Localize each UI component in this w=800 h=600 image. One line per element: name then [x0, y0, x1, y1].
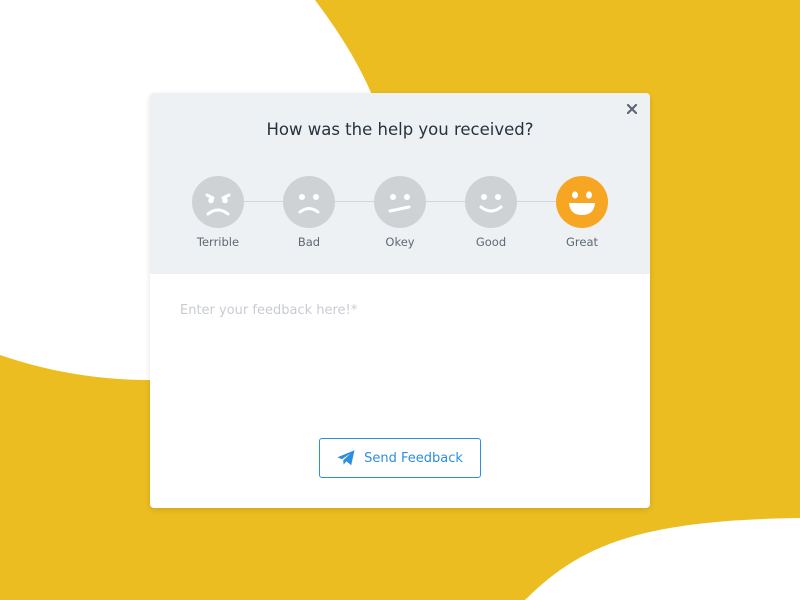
send-feedback-label: Send Feedback — [364, 450, 463, 466]
rating-label: Bad — [297, 235, 321, 249]
bad-face-icon — [283, 176, 335, 228]
terrible-face-icon — [192, 176, 244, 228]
bottom-right-blob — [525, 518, 800, 600]
good-face-icon — [465, 176, 517, 228]
close-button[interactable] — [622, 99, 642, 119]
rating-option-good[interactable]: Good — [456, 176, 526, 249]
rating-label: Good — [475, 235, 507, 249]
close-icon — [626, 103, 638, 115]
paper-plane-icon — [337, 450, 355, 466]
okey-face-icon — [374, 176, 426, 228]
rating-label: Great — [565, 235, 599, 249]
rating-option-great[interactable]: Great — [547, 176, 617, 249]
send-feedback-button[interactable]: Send Feedback — [319, 438, 481, 478]
feedback-dialog: How was the help you received? Terrible … — [150, 93, 650, 508]
dialog-title: How was the help you received? — [266, 120, 534, 139]
great-face-icon — [556, 176, 608, 228]
rating-option-bad[interactable]: Bad — [274, 176, 344, 249]
rating-label: Okey — [385, 235, 415, 249]
feedback-textarea[interactable] — [170, 293, 630, 413]
rating-option-terrible[interactable]: Terrible — [183, 176, 253, 249]
rating-label: Terrible — [196, 235, 240, 249]
dialog-header: How was the help you received? Terrible … — [150, 93, 650, 274]
rating-option-okey[interactable]: Okey — [365, 176, 435, 249]
